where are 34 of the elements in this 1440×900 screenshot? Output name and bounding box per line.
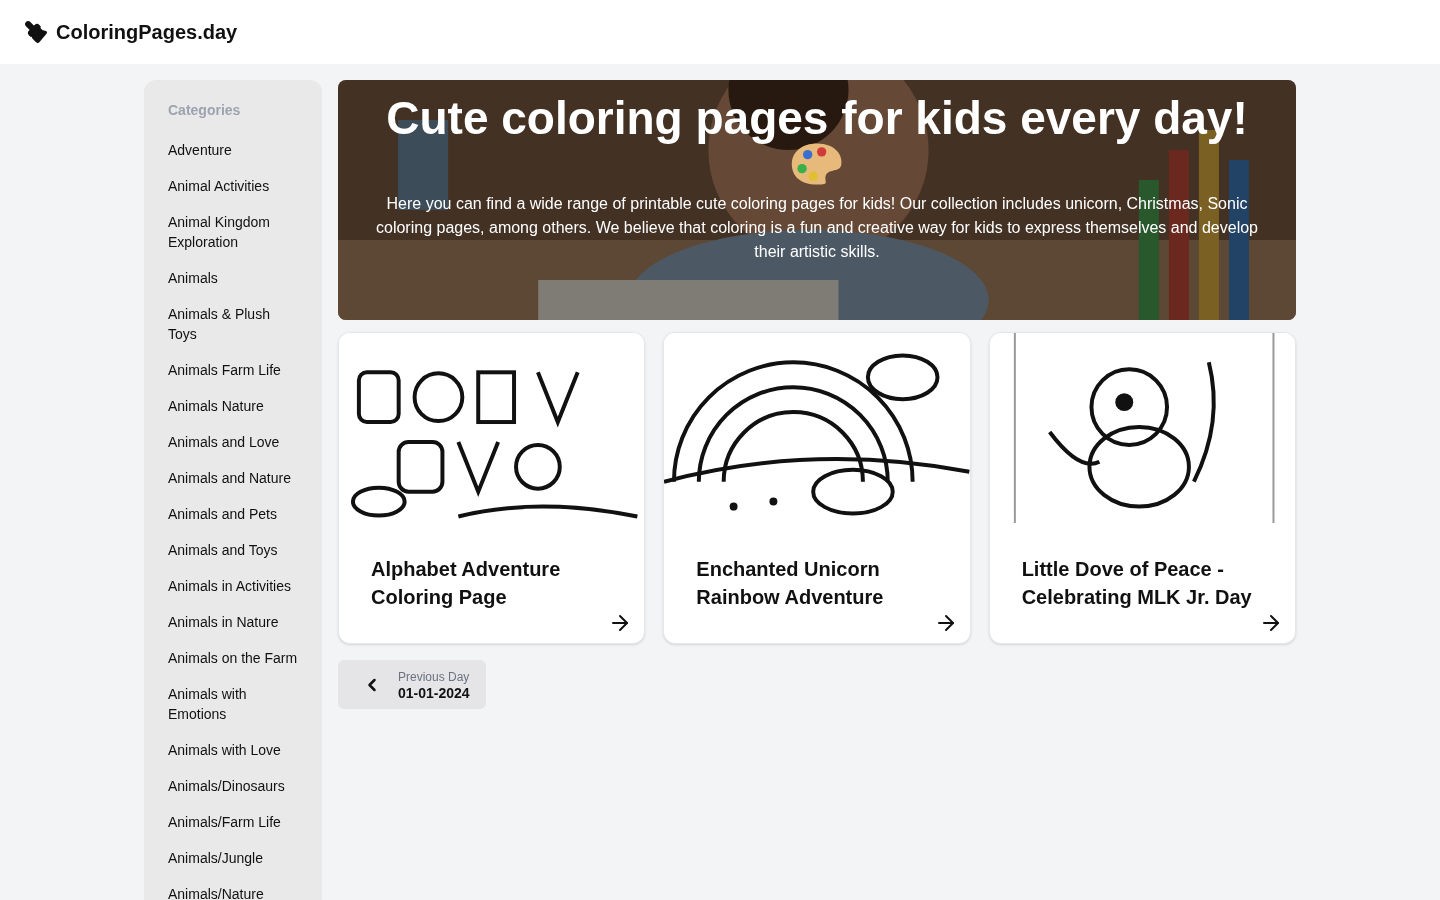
sidebar-heading: Categories [168,101,242,120]
site-logo-link[interactable]: ColoringPages.day [56,18,238,46]
category-link[interactable]: Animal Activities [168,168,270,204]
category-link[interactable]: Animals/Dinosaurs [168,768,285,804]
category-link[interactable]: Animals [168,260,218,296]
category-link[interactable]: Animals/Nature [168,876,264,900]
hero-title: Cute coloring pages for kids every day! [386,92,1248,144]
category-link[interactable]: Animals on the Farm [168,640,298,676]
category-link[interactable]: Animals/Jungle [168,840,263,876]
card-title: Alphabet Adventure Coloring Page [371,557,562,610]
coloring-page-card[interactable]: Enchanted Unicorn Rainbow Adventure [663,332,971,644]
category-link[interactable]: Animals with Love [168,732,281,768]
coloring-page-card[interactable]: Little Dove of Peace - Celebrating MLK Jr. Day [988,332,1296,644]
category-link[interactable]: Animals and Pets [168,496,277,532]
category-link[interactable]: Animals and Toys [168,532,278,568]
previous-day-label: Previous Day [398,668,470,685]
category-link[interactable]: Animals and Nature [168,460,291,496]
category-link[interactable]: Animals and Love [168,424,280,460]
category-link[interactable]: Animals & Plush Toys [168,296,298,352]
card-title: Little Dove of Peace - Celebrating MLK Jr. Day [1021,557,1253,610]
coloring-page-card[interactable]: Alphabet Adventure Coloring Page [338,332,646,644]
card-title: Enchanted Unicorn Rainbow Adventure [696,557,885,610]
category-link[interactable]: Adventure [168,132,232,168]
previous-day-button[interactable]: Previous Day 01-01-2024 [338,660,486,709]
previous-day-date: 01-01-2024 [398,684,470,701]
category-link[interactable]: Animal Kingdom Exploration [168,204,298,260]
paintbrush-icon [24,20,48,44]
category-link[interactable]: Animals with Emotions [168,676,298,732]
category-link[interactable]: Animals/Farm Life [168,804,281,840]
category-link[interactable]: Animals Nature [168,388,264,424]
category-link[interactable]: Animals Farm Life [168,352,281,388]
hero-description: Here you can find a wide range of printable cute coloring pages for kids! Our collection includes unicorn, Christmas, Sonic coloring pages, among others. We believe that coloring is a fun and creative way for kids to express themselves and develop their artistic skills. [375,194,1259,262]
category-link[interactable]: Animals in Nature [168,604,279,640]
category-link[interactable]: Animals in Activities [168,568,291,604]
